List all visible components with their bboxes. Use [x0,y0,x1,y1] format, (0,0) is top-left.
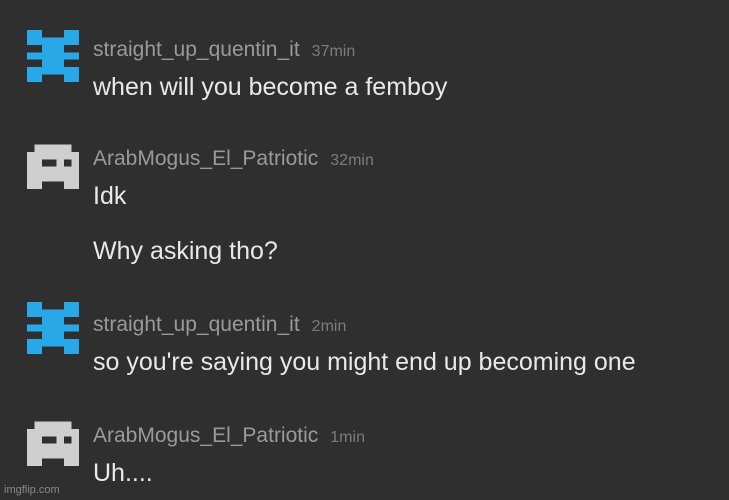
watermark: imgflip.com [4,484,60,496]
gray-pixel-avatar-icon[interactable] [27,414,79,466]
timestamp: 1min [330,429,365,446]
timestamp: 2min [311,318,347,335]
timestamp: 37min [311,43,356,60]
message-text: when will you become a femboy [93,73,448,101]
message-header: ArabMogus_El_Patriotic 32min [93,147,374,171]
username[interactable]: ArabMogus_El_Patriotic [93,424,318,448]
blue-pixel-avatar-icon[interactable] [27,30,79,82]
blue-pixel-avatar-icon[interactable] [27,302,79,354]
message-text: Uh.... [93,459,153,487]
username[interactable]: ArabMogus_El_Patriotic [93,147,318,171]
message-text: Why asking tho? [93,237,278,265]
message-text: so you're saying you might end up becomi… [93,348,636,376]
message-header: straight_up_quentin_it 2min [93,313,346,337]
timestamp: 32min [330,152,374,169]
username[interactable]: straight_up_quentin_it [93,38,300,62]
message-header: ArabMogus_El_Patriotic 1min [93,424,365,448]
message-header: straight_up_quentin_it 37min [93,38,355,62]
gray-pixel-avatar-icon[interactable] [27,137,79,189]
username[interactable]: straight_up_quentin_it [93,313,300,337]
message-text: Idk [93,182,127,210]
